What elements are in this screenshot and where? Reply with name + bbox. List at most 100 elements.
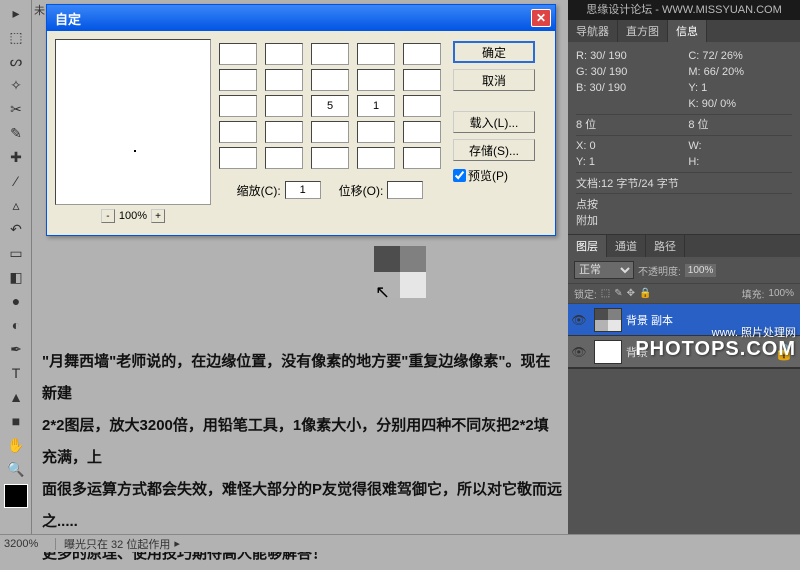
tab-layers[interactable]: 图层 bbox=[568, 235, 607, 257]
tool-history[interactable]: ↶ bbox=[2, 218, 30, 240]
matrix-cell[interactable] bbox=[219, 43, 257, 65]
info-m: 66/ 20% bbox=[704, 66, 744, 78]
cancel-button[interactable]: 取消 bbox=[453, 69, 535, 91]
matrix-cell[interactable] bbox=[403, 69, 441, 91]
matrix-cell[interactable] bbox=[311, 147, 349, 169]
tool-crop[interactable]: ✂ bbox=[2, 98, 30, 120]
matrix-cell[interactable] bbox=[311, 121, 349, 143]
info-y: 1 bbox=[701, 82, 707, 94]
tool-shape[interactable]: ■ bbox=[2, 410, 30, 432]
zoom-field[interactable]: 3200% bbox=[0, 538, 56, 550]
matrix-cell[interactable] bbox=[357, 43, 395, 65]
tool-brush[interactable]: ⁄ bbox=[2, 170, 30, 192]
matrix-cell[interactable]: 5 bbox=[311, 95, 349, 117]
tab-info[interactable]: 信息 bbox=[668, 20, 707, 42]
tool-move[interactable]: ▸ bbox=[2, 2, 30, 24]
dialog-titlebar[interactable]: 自定 ✕ bbox=[47, 5, 555, 31]
preview-checkbox-input[interactable] bbox=[453, 169, 466, 182]
matrix-cell[interactable] bbox=[219, 95, 257, 117]
matrix-cell[interactable] bbox=[265, 43, 303, 65]
lock-icon[interactable]: 🔒 bbox=[639, 288, 651, 299]
tool-eyedrop[interactable]: ✎ bbox=[2, 122, 30, 144]
custom-filter-dialog: 自定 ✕ - 100% + bbox=[46, 4, 556, 236]
offset-label: 位移(O): bbox=[339, 182, 384, 199]
matrix-cell[interactable] bbox=[265, 147, 303, 169]
offset-input[interactable] bbox=[387, 181, 423, 199]
tool-pen[interactable]: ✒ bbox=[2, 338, 30, 360]
doc-tab[interactable]: 未 bbox=[34, 2, 45, 18]
tool-hand[interactable]: ✋ bbox=[2, 434, 30, 456]
tool-dodge[interactable]: ◐ bbox=[2, 314, 30, 336]
matrix-cell[interactable]: 1 bbox=[357, 95, 395, 117]
info-hint2: 附加 bbox=[576, 215, 598, 227]
status-bar: 3200% 曝光只在 32 位起作用 ▸ bbox=[0, 534, 800, 552]
ok-button[interactable]: 确定 bbox=[453, 41, 535, 63]
save-button[interactable]: 存储(S)... bbox=[453, 139, 535, 161]
lock-icon[interactable]: ✥ bbox=[627, 288, 635, 299]
tool-type[interactable]: T bbox=[2, 362, 30, 384]
chevron-right-icon[interactable]: ▸ bbox=[170, 537, 180, 550]
tool-lasso[interactable]: ᔕ bbox=[2, 50, 30, 72]
color-swatch[interactable] bbox=[4, 484, 28, 508]
scale-input[interactable] bbox=[285, 181, 321, 199]
info-bits-l: 8 位 bbox=[576, 117, 680, 133]
load-button[interactable]: 载入(L)... bbox=[453, 111, 535, 133]
tool-gradient[interactable]: ◧ bbox=[2, 266, 30, 288]
tool-eraser[interactable]: ▭ bbox=[2, 242, 30, 264]
matrix-cell[interactable] bbox=[357, 121, 395, 143]
matrix-cell[interactable] bbox=[403, 147, 441, 169]
matrix-cell[interactable] bbox=[265, 95, 303, 117]
preview-checkbox[interactable]: 预览(P) bbox=[453, 167, 535, 184]
tool-marquee[interactable]: ⬚ bbox=[2, 26, 30, 48]
tool-blur[interactable]: ● bbox=[2, 290, 30, 312]
matrix-cell[interactable] bbox=[311, 43, 349, 65]
zoom-out-button[interactable]: - bbox=[101, 209, 115, 223]
tab-histogram[interactable]: 直方图 bbox=[618, 20, 668, 42]
matrix-cell[interactable] bbox=[311, 69, 349, 91]
lock-icon[interactable]: ✎ bbox=[614, 288, 622, 299]
swatch-2 bbox=[400, 246, 426, 272]
matrix-cell[interactable] bbox=[219, 69, 257, 91]
opacity-value[interactable]: 100% bbox=[685, 264, 717, 277]
tutorial-line: "月舞西墙"老师说的，在边缘位置，没有像素的地方要"重复边缘像素"。现在新建 bbox=[42, 346, 562, 410]
matrix-cell[interactable] bbox=[357, 147, 395, 169]
visibility-icon[interactable]: 👁 bbox=[568, 345, 590, 359]
tab-navigator[interactable]: 导航器 bbox=[568, 20, 618, 42]
tool-path[interactable]: ▲ bbox=[2, 386, 30, 408]
matrix-cell[interactable] bbox=[265, 69, 303, 91]
matrix-cell[interactable] bbox=[403, 95, 441, 117]
matrix-cell[interactable] bbox=[265, 121, 303, 143]
fill-value[interactable]: 100% bbox=[768, 288, 794, 299]
opacity-label: 不透明度: bbox=[638, 263, 681, 278]
info-x: 0 bbox=[589, 140, 595, 152]
matrix-cell[interactable] bbox=[357, 69, 395, 91]
close-icon[interactable]: ✕ bbox=[531, 9, 551, 27]
tab-channels[interactable]: 通道 bbox=[607, 235, 646, 257]
layer-thumb[interactable] bbox=[594, 340, 622, 364]
layer-thumb[interactable] bbox=[594, 308, 622, 332]
tools-palette: ▸ ⬚ ᔕ ✧ ✂ ✎ ✚ ⁄ ▵ ↶ ▭ ◧ ● ◐ ✒ T ▲ ■ ✋ 🔍 bbox=[0, 0, 32, 540]
preview-area bbox=[55, 39, 211, 205]
matrix-grid: 5 1 bbox=[219, 43, 441, 169]
visibility-icon[interactable]: 👁 bbox=[568, 313, 590, 327]
matrix-cell[interactable] bbox=[219, 121, 257, 143]
lock-label: 锁定: bbox=[574, 286, 597, 301]
tool-zoom[interactable]: 🔍 bbox=[2, 458, 30, 480]
zoom-in-button[interactable]: + bbox=[151, 209, 165, 223]
tab-paths[interactable]: 路径 bbox=[646, 235, 685, 257]
cursor-icon: ↖ bbox=[375, 282, 390, 303]
right-panels: 思缘设计论坛 - WWW.MISSYUAN.COM 导航器 直方图 信息 R: … bbox=[568, 0, 800, 540]
tool-stamp[interactable]: ▵ bbox=[2, 194, 30, 216]
info-k: 90/ 0% bbox=[702, 98, 736, 110]
brand-bar: 思缘设计论坛 - WWW.MISSYUAN.COM bbox=[568, 0, 800, 20]
matrix-cell[interactable] bbox=[403, 121, 441, 143]
tool-wand[interactable]: ✧ bbox=[2, 74, 30, 96]
matrix-cell[interactable] bbox=[403, 43, 441, 65]
lock-icon[interactable]: ⬚ bbox=[601, 288, 610, 299]
blend-mode-select[interactable]: 正常 bbox=[574, 261, 634, 279]
preview-pixel bbox=[134, 150, 136, 152]
tutorial-line: 2*2图层，放大3200倍，用铅笔工具，1像素大小，分别用四种不同灰把2*2填充… bbox=[42, 410, 562, 474]
info-hint1: 点按 bbox=[576, 199, 598, 211]
matrix-cell[interactable] bbox=[219, 147, 257, 169]
tool-heal[interactable]: ✚ bbox=[2, 146, 30, 168]
